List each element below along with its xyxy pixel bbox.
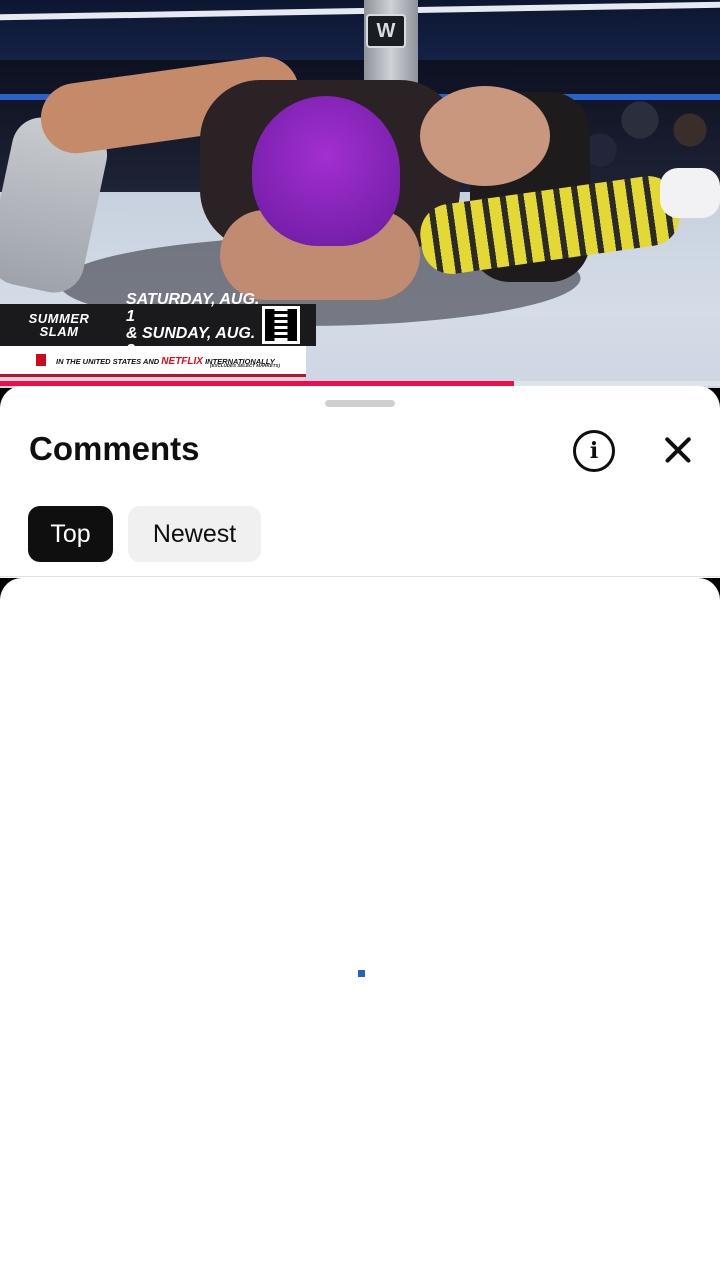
wwe-logo: W xyxy=(366,14,406,48)
date-line-1: SATURDAY, AUG. 1 xyxy=(126,291,260,325)
header-divider xyxy=(0,576,720,577)
broadcast-banner: IN THE UNITED STATES AND NETFLIX INTERNA… xyxy=(0,346,306,376)
promo-banner: SUMMER SLAM SATURDAY, AUG. 1 & SUNDAY, A… xyxy=(0,291,316,359)
info-glyph: i xyxy=(589,438,599,464)
info-circle-icon[interactable]: i xyxy=(573,430,615,472)
comments-sheet-header: Comments i Top Newest xyxy=(0,386,720,578)
loading-spinner-icon xyxy=(358,970,365,977)
summerslam-logo: SUMMER SLAM xyxy=(0,304,118,346)
banner-accent-strip xyxy=(0,374,306,377)
video-player[interactable]: W SUMMER SLAM SATURDAY, AUG. 1 & SUNDAY,… xyxy=(0,0,720,388)
ring-rope-top xyxy=(0,1,720,21)
tab-top[interactable]: Top xyxy=(28,506,113,562)
tab-newest[interactable]: Newest xyxy=(128,506,261,562)
broadcast-prefix: IN THE UNITED STATES AND xyxy=(56,356,160,366)
comments-list[interactable] xyxy=(0,578,720,1281)
logo-line-2: SLAM xyxy=(39,324,79,339)
wrestler-hair-purple xyxy=(252,96,400,246)
tab-top-label: Top xyxy=(50,519,91,548)
wrestler-boot-white xyxy=(660,168,720,218)
close-icon[interactable] xyxy=(658,430,698,470)
netflix-logo: NETFLIX xyxy=(161,355,203,367)
drag-handle[interactable] xyxy=(325,400,395,407)
qr-code-icon xyxy=(262,306,300,344)
comments-title: Comments xyxy=(29,430,200,467)
tab-newest-label: Newest xyxy=(152,519,237,548)
broadcast-note: (EXCLUDES SELECT MARKETS) xyxy=(210,363,281,368)
espn-logo-icon xyxy=(36,354,46,366)
wrestler-face xyxy=(420,86,550,186)
